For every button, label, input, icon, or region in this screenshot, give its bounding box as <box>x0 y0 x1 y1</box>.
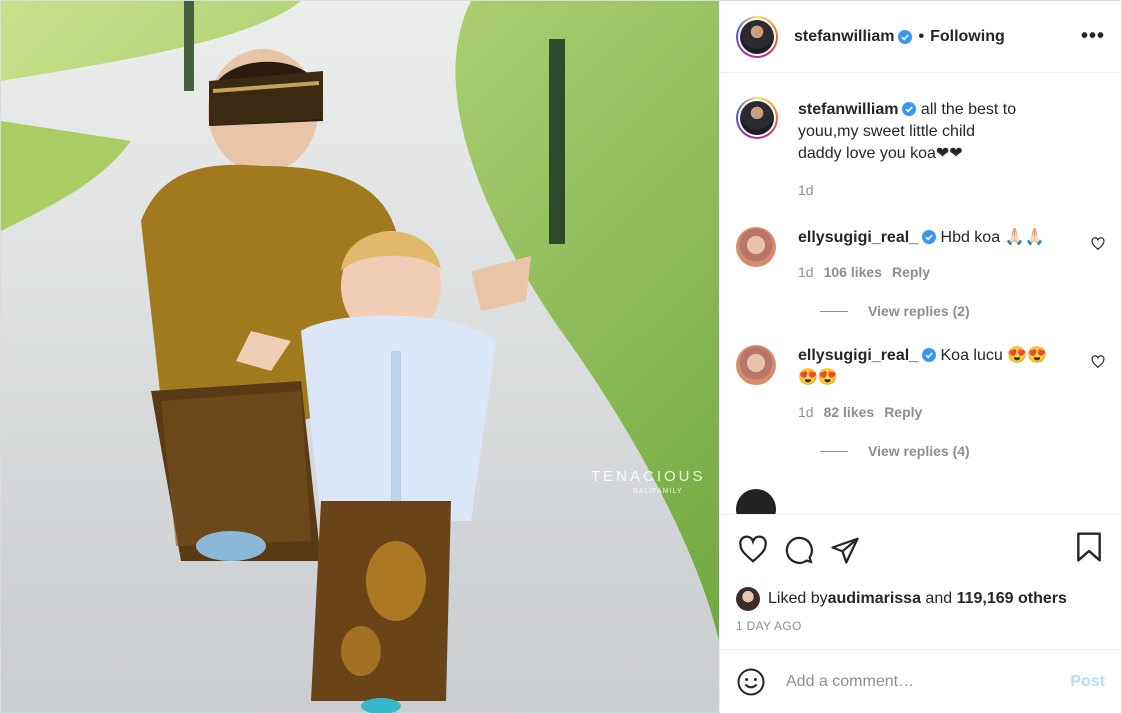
post-actions <box>720 514 1121 585</box>
emoji-smiley-icon[interactable] <box>736 667 766 697</box>
comment-item: ellysugigi_real_ Hbd koa 🙏🏻🙏🏻 1d 106 like… <box>736 227 1105 283</box>
caption-text-line2: youu,my sweet little child <box>798 123 975 140</box>
post-comment-button[interactable]: Post <box>1070 673 1105 691</box>
commenter-username[interactable]: ellysugigi_real_ <box>798 229 918 246</box>
save-bookmark-icon[interactable] <box>1075 531 1103 568</box>
caption-author-avatar[interactable] <box>736 97 778 139</box>
view-replies-button[interactable]: View replies (4) <box>820 443 1105 459</box>
comment-item-partial <box>736 489 1105 514</box>
comment-age[interactable]: 1d <box>798 264 814 280</box>
comment-text-line2: 😍😍 <box>798 369 838 386</box>
comment-text: Hbd koa 🙏🏻🙏🏻 <box>936 229 1045 246</box>
verified-badge-icon <box>922 230 937 244</box>
commenter-username[interactable]: ellysugigi_real_ <box>798 347 918 364</box>
share-paper-plane-icon[interactable] <box>830 535 860 565</box>
view-replies-label: View replies (2) <box>868 303 970 319</box>
likes-summary: Liked by audimarissa and 119,169 others <box>720 585 1121 613</box>
liker-avatar[interactable] <box>736 587 760 611</box>
verified-badge-icon <box>922 348 937 362</box>
instagram-post: TENACIOUS BALIFAMILY stefanwilliam • Fol… <box>0 0 1122 714</box>
comment-likes[interactable]: 82 likes <box>824 404 875 420</box>
caption-text-line3: daddy love you koa❤❤ <box>798 145 963 162</box>
like-comment-heart-icon[interactable] <box>1091 237 1105 251</box>
reply-button[interactable]: Reply <box>884 404 922 420</box>
caption-username[interactable]: stefanwilliam <box>798 101 898 118</box>
commenter-avatar[interactable] <box>736 227 776 267</box>
comment-item: ellysugigi_real_ Koa lucu 😍😍 😍😍 1d 82 lik… <box>736 345 1105 423</box>
comment-input[interactable] <box>784 671 1071 692</box>
post-side-panel: stefanwilliam • Following ••• stefanwill… <box>719 1 1121 713</box>
commenter-avatar[interactable] <box>736 489 776 514</box>
add-comment-bar: Post <box>720 649 1121 713</box>
watermark-main: TENACIOUS <box>591 468 706 485</box>
comment-likes[interactable]: 106 likes <box>824 264 882 280</box>
caption: stefanwilliam all the best to youu,my sw… <box>736 97 1105 201</box>
commenter-avatar[interactable] <box>736 345 776 385</box>
likes-and: and <box>920 590 957 607</box>
photo-illustration: TENACIOUS BALIFAMILY <box>1 1 719 713</box>
post-photo[interactable]: TENACIOUS BALIFAMILY <box>1 1 719 713</box>
author-avatar[interactable] <box>736 15 778 58</box>
verified-badge-icon <box>902 102 917 116</box>
view-replies-button[interactable]: View replies (2) <box>820 303 1105 319</box>
post-timestamp[interactable]: 1 DAY AGO <box>720 619 1121 649</box>
comments-list[interactable]: stefanwilliam all the best to youu,my sw… <box>720 73 1121 514</box>
reply-button[interactable]: Reply <box>892 264 930 280</box>
comment-age[interactable]: 1d <box>798 404 814 420</box>
comment-bubble-icon[interactable] <box>784 535 814 565</box>
liker-username[interactable]: audimarissa <box>828 590 921 608</box>
header-separator: • <box>918 27 925 45</box>
comment-text: Koa lucu 😍😍 <box>936 347 1048 364</box>
more-options-icon[interactable]: ••• <box>1081 25 1105 48</box>
author-username[interactable]: stefanwilliam <box>794 28 894 46</box>
likes-others-link[interactable]: 119,169 others <box>957 590 1067 608</box>
caption-age[interactable]: 1d <box>798 182 814 198</box>
like-heart-icon[interactable] <box>738 535 768 565</box>
like-comment-heart-icon[interactable] <box>1091 355 1105 369</box>
likes-prefix: Liked by <box>768 590 828 607</box>
view-replies-label: View replies (4) <box>868 443 970 459</box>
post-header: stefanwilliam • Following ••• <box>720 1 1121 73</box>
caption-text-line1: all the best to <box>916 101 1017 118</box>
watermark-sub: BALIFAMILY <box>633 488 683 495</box>
verified-badge-icon <box>898 29 913 44</box>
following-button[interactable]: Following <box>930 28 1005 46</box>
